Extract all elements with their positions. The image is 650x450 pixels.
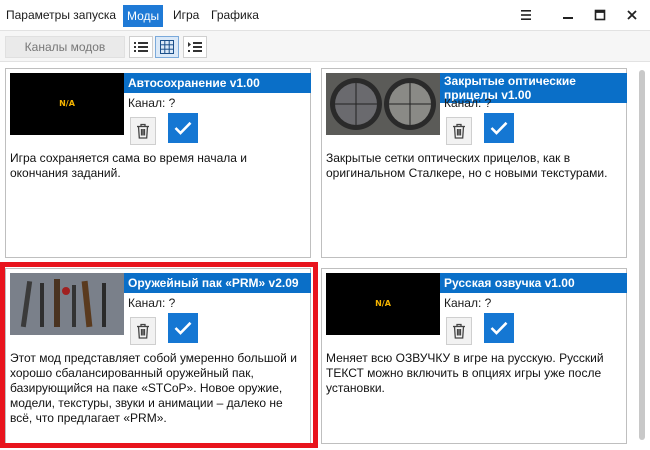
vertical-scrollbar[interactable]	[639, 70, 645, 440]
mod-description: Игра сохраняется сама во время начала и …	[10, 151, 247, 180]
tab-bar: Параметры запуска Моды Игра Графика	[0, 0, 650, 30]
mod-description: Меняет всю ОЗВУЧКУ в игре на русскую. Ру…	[326, 351, 604, 395]
mod-card: Закрытые оптические прицелы v1.00 Канал:…	[321, 68, 627, 258]
thumbnail-placeholder: N/A	[375, 299, 391, 308]
tab-game[interactable]: Игра	[171, 5, 201, 25]
mod-thumbnail	[326, 73, 440, 135]
toolbar: Каналы модов	[0, 30, 650, 62]
grid-view-icon[interactable]	[155, 36, 179, 58]
close-icon[interactable]	[620, 4, 644, 26]
enable-check-icon[interactable]	[484, 113, 514, 143]
list-view-icon[interactable]	[129, 36, 153, 58]
mod-card: N/A Русская озвучка v1.00 Канал: ? Меняе…	[321, 268, 627, 444]
menu-icon[interactable]	[514, 4, 538, 26]
mod-channel: Канал: ?	[128, 96, 176, 110]
trash-icon[interactable]	[446, 117, 472, 145]
mod-thumbnail: N/A	[326, 273, 440, 335]
minimize-icon[interactable]	[556, 4, 580, 26]
mod-title: Автосохранение v1.00	[124, 73, 311, 93]
mod-card: N/A Автосохранение v1.00 Канал: ? Игра с…	[5, 68, 311, 258]
mod-channel: Канал: ?	[444, 96, 492, 110]
trash-icon[interactable]	[130, 117, 156, 145]
detail-view-icon[interactable]	[183, 36, 207, 58]
enable-check-icon[interactable]	[484, 313, 514, 343]
mod-thumbnail: N/A	[10, 73, 124, 135]
tab-launch-params[interactable]: Параметры запуска	[4, 5, 118, 25]
thumbnail-placeholder: N/A	[59, 99, 75, 108]
maximize-icon[interactable]	[588, 4, 612, 26]
enable-check-icon[interactable]	[168, 113, 198, 143]
mod-description: Закрытые сетки оптических прицелов, как …	[326, 151, 608, 180]
mod-channels-button[interactable]: Каналы модов	[5, 36, 125, 58]
tab-mods[interactable]: Моды	[123, 5, 164, 27]
mod-title: Русская озвучка v1.00	[440, 273, 627, 293]
tab-graphics[interactable]: Графика	[209, 5, 261, 25]
trash-icon[interactable]	[446, 317, 472, 345]
selection-highlight	[0, 262, 318, 448]
mod-channel: Канал: ?	[444, 296, 492, 310]
